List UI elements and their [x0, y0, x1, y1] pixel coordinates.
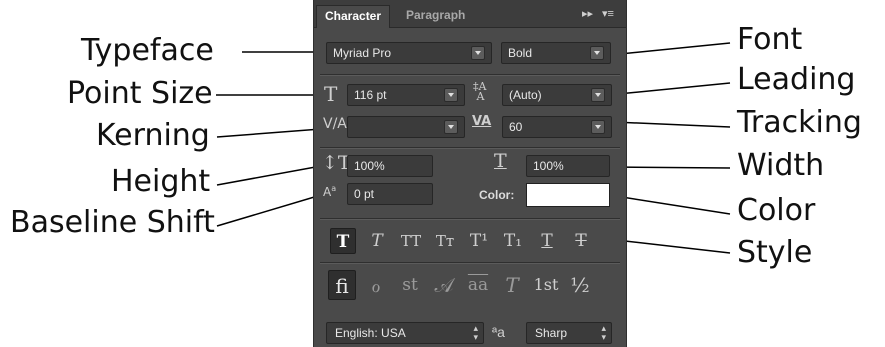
- label-color: Color: [737, 193, 816, 228]
- language-value: English: USA: [335, 326, 406, 340]
- font-style-select[interactable]: Bold: [501, 42, 611, 64]
- chevron-down-icon[interactable]: [591, 120, 605, 134]
- color-line: [608, 194, 731, 215]
- contextual-alternates-button[interactable]: st: [396, 270, 424, 300]
- baseline-shift-icon: Aa: [323, 184, 337, 199]
- superscript-button[interactable]: T¹: [466, 228, 492, 254]
- horizontal-scale-icon: T: [494, 150, 507, 172]
- baseline-shift-input[interactable]: 0 pt: [347, 183, 433, 205]
- font-line: [619, 42, 731, 55]
- up-down-icon: ▴ ▾: [473, 323, 478, 342]
- chevron-down-icon[interactable]: [471, 46, 485, 60]
- label-leading: Leading: [737, 62, 856, 97]
- ordinals-button[interactable]: 1st: [532, 270, 560, 300]
- font-family-select[interactable]: Myriad Pro: [326, 42, 492, 64]
- color-swatch[interactable]: [526, 183, 610, 207]
- tracking-value: 60: [509, 120, 523, 134]
- font-size-icon: T: [324, 82, 338, 106]
- leading-line: [617, 82, 731, 95]
- label-font: Font: [737, 22, 803, 57]
- label-height: Height: [111, 164, 211, 199]
- font-size-input[interactable]: 116 pt: [347, 84, 465, 106]
- horizontal-scale-input[interactable]: 100%: [526, 155, 610, 177]
- tab-character[interactable]: Character: [316, 5, 391, 28]
- stylistic-alternates-button[interactable]: aa: [464, 270, 492, 300]
- up-down-icon: ▴ ▾: [601, 323, 606, 342]
- label-baseline-shift: Baseline Shift: [10, 205, 215, 240]
- subscript-button[interactable]: T₁: [500, 228, 526, 254]
- font-style-value: Bold: [508, 46, 533, 60]
- tracking-icon: VA: [472, 114, 492, 129]
- all-caps-button[interactable]: TT: [398, 228, 424, 254]
- kerning-input[interactable]: [347, 116, 465, 138]
- fractions-button[interactable]: ½: [566, 270, 594, 300]
- kerning-line: [216, 128, 322, 138]
- swash-button[interactable]: 𝒜: [430, 270, 458, 300]
- vertical-scale-value: 100%: [354, 159, 385, 173]
- style-line: [615, 239, 731, 254]
- font-size-value: 116 pt: [354, 88, 387, 102]
- horizontal-scale-value: 100%: [533, 159, 564, 173]
- tab-paragraph[interactable]: Paragraph: [398, 5, 473, 27]
- ligatures-button[interactable]: fi: [328, 270, 356, 300]
- kerning-icon: V/A: [323, 116, 347, 132]
- divider: [320, 218, 620, 219]
- anti-alias-icon: ªa: [492, 324, 505, 340]
- leading-input[interactable]: (Auto): [502, 84, 612, 106]
- leading-value: (Auto): [509, 88, 542, 102]
- vertical-scale-input[interactable]: 100%: [347, 155, 433, 177]
- label-style: Style: [737, 235, 813, 270]
- baseline-shift-value: 0 pt: [354, 187, 375, 201]
- collapse-icon[interactable]: ▸▸: [582, 7, 593, 20]
- language-select[interactable]: English: USA ▴ ▾: [326, 322, 484, 344]
- faux-bold-button[interactable]: T: [330, 228, 356, 254]
- chevron-down-icon[interactable]: [591, 88, 605, 102]
- divider: [320, 74, 620, 75]
- chevron-down-icon[interactable]: [444, 88, 458, 102]
- height-line: [216, 165, 322, 186]
- baseline-shift-line: [216, 194, 322, 227]
- strikethrough-button[interactable]: T: [568, 228, 594, 254]
- faux-italic-button[interactable]: T: [364, 228, 390, 254]
- label-kerning: Kerning: [96, 118, 210, 153]
- titling-alternates-button[interactable]: T: [498, 270, 526, 300]
- leading-icon: ‡A A: [473, 80, 487, 103]
- label-typeface: Typeface: [81, 33, 214, 68]
- tracking-input[interactable]: 60: [502, 116, 612, 138]
- divider: [320, 147, 620, 148]
- divider: [320, 262, 620, 263]
- character-panel: Character Paragraph ▸▸ ▾≡ Myriad Pro Bol…: [313, 0, 627, 347]
- color-label: Color:: [479, 188, 515, 202]
- anti-alias-select[interactable]: Sharp ▴ ▾: [526, 322, 612, 344]
- anti-alias-value: Sharp: [535, 326, 568, 340]
- small-caps-button[interactable]: Tт: [432, 228, 458, 254]
- label-point-size: Point Size: [67, 76, 213, 111]
- font-family-value: Myriad Pro: [333, 46, 392, 60]
- tracking-line: [613, 121, 731, 128]
- chevron-down-icon[interactable]: [590, 46, 604, 60]
- discretionary-ligatures-button[interactable]: ℴ: [362, 270, 390, 300]
- panel-tab-bar: Character Paragraph ▸▸ ▾≡: [314, 0, 626, 28]
- width-line: [608, 166, 731, 169]
- label-tracking: Tracking: [737, 105, 862, 140]
- underline-button[interactable]: T: [534, 228, 560, 254]
- label-width: Width: [737, 148, 825, 183]
- panel-menu-icon[interactable]: ▾≡: [602, 7, 614, 20]
- chevron-down-icon[interactable]: [444, 120, 458, 134]
